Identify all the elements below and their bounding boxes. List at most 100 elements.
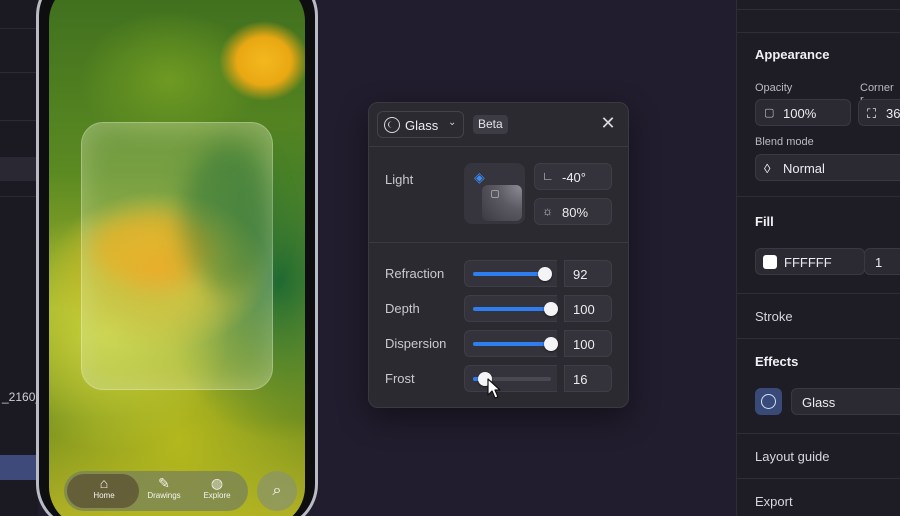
section-divider xyxy=(737,9,900,10)
effects-title: Effects xyxy=(755,354,799,369)
tab-drawings-label: Drawings xyxy=(147,491,181,500)
slider-track[interactable] xyxy=(473,372,551,386)
opacity-label: Opacity xyxy=(755,82,793,94)
inspector-panel: Appearance Opacity Corner r ▢ 100% ⛶ 36 … xyxy=(736,0,900,516)
slider-fill xyxy=(473,307,551,311)
effect-type-select[interactable]: Glass ⌄ xyxy=(377,111,464,138)
layer-row-selected[interactable] xyxy=(0,455,38,480)
slider-value-field[interactable]: 16 xyxy=(564,365,612,392)
beta-badge: Beta xyxy=(473,115,508,134)
slider-knob[interactable] xyxy=(544,337,558,351)
slider-fill xyxy=(473,342,551,346)
phone-screen: ⌂ Home ✎ Drawings ◍ Explore ⌕ xyxy=(49,0,305,516)
slider-value: 100 xyxy=(573,302,595,317)
layer-divider xyxy=(0,196,38,197)
light-angle-value: -40° xyxy=(562,170,586,185)
chevron-down-icon: ⌄ xyxy=(448,117,457,128)
section-divider xyxy=(737,338,900,339)
slider-value-field[interactable]: 100 xyxy=(564,295,612,322)
slider-track[interactable] xyxy=(473,337,558,351)
close-icon[interactable]: ✕ xyxy=(599,114,617,132)
slider-value-field[interactable]: 92 xyxy=(564,260,612,287)
lamp-icon[interactable]: ◈ xyxy=(474,169,485,186)
light-intensity-field[interactable]: ☼ 80% xyxy=(534,198,612,225)
blend-mode-label: Blend mode xyxy=(755,136,814,148)
slider-knob[interactable] xyxy=(544,302,558,316)
light-center-handle[interactable] xyxy=(491,190,499,198)
tab-home[interactable]: ⌂ Home xyxy=(74,475,134,501)
section-divider xyxy=(737,293,900,294)
phone-frame: ⌂ Home ✎ Drawings ◍ Explore ⌕ xyxy=(36,0,318,516)
tab-drawings[interactable]: ✎ Drawings xyxy=(134,475,194,501)
layer-divider xyxy=(0,72,38,73)
slider-knob[interactable] xyxy=(537,267,552,281)
search-icon: ⌕ xyxy=(272,482,282,499)
slider-value: 16 xyxy=(573,372,588,387)
section-divider xyxy=(737,478,900,479)
light-angle-field[interactable]: ∟ -40° xyxy=(534,163,612,190)
fill-hex-value: FFFFFF xyxy=(784,255,832,270)
slider-track[interactable] xyxy=(473,267,552,281)
tab-bar: ⌂ Home ✎ Drawings ◍ Explore xyxy=(64,471,248,511)
slider-track-box xyxy=(464,295,558,322)
fill-swatch[interactable] xyxy=(763,255,777,269)
glass-effect-panel: Glass ⌄ Beta ✕ Light ◈ ∟ -40° ☼ 80% Refr… xyxy=(368,102,629,408)
corner-radius-value: 36 xyxy=(886,106,900,121)
slider-value: 100 xyxy=(573,337,595,352)
slider-value: 92 xyxy=(573,267,588,282)
slider-fill xyxy=(473,272,545,276)
home-icon: ⌂ xyxy=(99,475,109,491)
light-section: Light ◈ ∟ -40° ☼ 80% xyxy=(369,147,628,243)
effect-glass-icon-button[interactable] xyxy=(755,388,782,415)
slider-track-box xyxy=(464,365,557,392)
mouse-cursor-icon xyxy=(487,378,501,399)
opacity-field[interactable]: ▢ 100% xyxy=(755,99,851,126)
layer-row[interactable] xyxy=(0,157,38,181)
light-intensity-value: 80% xyxy=(562,205,589,220)
glass-icon xyxy=(384,117,400,133)
light-preview-shade xyxy=(482,185,522,221)
slider-track-box xyxy=(464,260,557,287)
search-button[interactable]: ⌕ xyxy=(257,471,297,511)
stroke-title[interactable]: Stroke xyxy=(755,309,793,324)
effect-type-label: Glass xyxy=(405,118,439,133)
light-label: Light xyxy=(385,172,414,187)
slider-value-field[interactable]: 100 xyxy=(564,330,612,357)
fill-opacity-field[interactable]: 1 xyxy=(864,248,900,275)
section-divider xyxy=(737,32,900,33)
globe-icon: ◍ xyxy=(210,475,224,491)
layer-divider xyxy=(0,28,38,29)
fill-title: Fill xyxy=(755,214,774,229)
tab-explore-label: Explore xyxy=(203,491,231,500)
glass-card[interactable] xyxy=(81,122,273,390)
drawings-icon: ✎ xyxy=(158,475,170,491)
slider-track[interactable] xyxy=(473,302,558,316)
slider-label: Refraction xyxy=(385,266,445,281)
layout-guide-title[interactable]: Layout guide xyxy=(755,449,829,464)
effect-name: Glass xyxy=(802,395,836,410)
blend-mode-value: Normal xyxy=(783,161,825,176)
blend-mode-select[interactable]: ◊ Normal xyxy=(755,154,900,181)
tab-explore[interactable]: ◍ Explore xyxy=(187,475,247,501)
slider-track-box xyxy=(464,330,558,357)
section-divider xyxy=(737,433,900,434)
slider-refraction: Refraction 92 xyxy=(369,260,628,287)
tab-home-label: Home xyxy=(93,491,115,500)
fill-opacity-value: 1 xyxy=(875,255,883,270)
effect-glass-field[interactable]: Glass xyxy=(791,388,900,415)
glass-icon xyxy=(761,394,776,409)
slider-label: Frost xyxy=(385,371,415,386)
blur-blob xyxy=(182,143,272,293)
slider-dispersion: Dispersion 100 xyxy=(369,330,628,357)
drop-icon: ◊ xyxy=(764,161,771,176)
fill-color-field[interactable]: FFFFFF xyxy=(755,248,865,275)
export-title[interactable]: Export xyxy=(755,494,793,509)
appearance-title: Appearance xyxy=(755,47,830,62)
light-direction-picker[interactable]: ◈ xyxy=(464,163,525,224)
slider-label: Dispersion xyxy=(385,336,447,351)
panel-header: Glass ⌄ Beta ✕ xyxy=(369,103,628,147)
slider-depth: Depth 100 xyxy=(369,295,628,322)
corner-radius-field[interactable]: ⛶ 36 xyxy=(858,99,900,126)
opacity-value: 100% xyxy=(783,106,817,121)
sun-icon: ☼ xyxy=(542,204,553,218)
